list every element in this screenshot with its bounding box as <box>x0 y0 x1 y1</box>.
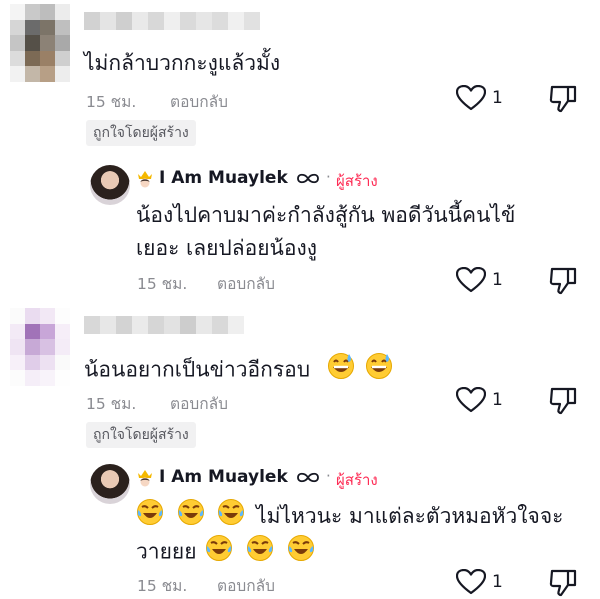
crown-icon <box>136 467 154 491</box>
tears-of-joy-emoji <box>217 498 245 535</box>
commenter-avatar[interactable] <box>10 308 70 386</box>
infinity-icon <box>297 472 319 483</box>
tears-of-joy-emoji <box>177 498 205 535</box>
reply-text-line-1: น้องไปคาบมาค่ะกำลังสู้กัน พอดีวันนี้คนไข… <box>136 203 516 227</box>
reply-button[interactable]: ตอบกลับ <box>170 391 228 416</box>
creator-name[interactable]: I Am Muaylek <box>159 467 288 487</box>
like-count: 1 <box>492 88 503 108</box>
reply-button[interactable]: ตอบกลับ <box>217 271 275 296</box>
reply-time: 15 ชม. <box>137 275 188 293</box>
creator-name[interactable]: I Am Muaylek <box>159 168 288 188</box>
commenter-name-redacted[interactable] <box>84 12 260 30</box>
heart-outline-icon[interactable] <box>456 569 486 595</box>
heart-outline-icon[interactable] <box>456 267 486 293</box>
sweat-smile-emoji <box>327 352 355 389</box>
heart-outline-icon[interactable] <box>456 387 486 413</box>
comment-time: 15 ชม. <box>86 93 137 111</box>
tears-of-joy-emoji <box>246 534 274 571</box>
creator-tag: ผู้สร้าง <box>336 471 378 489</box>
liked-by-creator-badge: ถูกใจโดยผู้สร้าง <box>86 120 196 146</box>
liked-by-creator-badge: ถูกใจโดยผู้สร้าง <box>86 422 196 448</box>
creator-avatar[interactable] <box>90 165 130 205</box>
separator: · <box>326 467 331 485</box>
reply-text-content: วายยย <box>136 539 197 564</box>
like-count: 1 <box>492 572 503 592</box>
creator-tag: ผู้สร้าง <box>336 172 378 190</box>
creator-avatar[interactable] <box>90 464 130 504</box>
reply-text-line-2: วายยย <box>136 534 315 571</box>
comment-text: ไม่กล้าบวกกะงูแล้วมั้ง <box>84 51 281 75</box>
tears-of-joy-emoji <box>287 534 315 571</box>
tears-of-joy-emoji <box>136 498 164 535</box>
reply-time: 15 ชม. <box>137 577 188 595</box>
commenter-name-redacted[interactable] <box>84 316 244 334</box>
separator: · <box>326 168 331 186</box>
like-count: 1 <box>492 390 503 410</box>
comment-text: น้อนอยากเป็นข่าวอีกรอบ <box>84 352 393 389</box>
dislike-icon[interactable] <box>548 568 578 598</box>
commenter-avatar[interactable] <box>10 4 70 82</box>
like-count: 1 <box>492 270 503 290</box>
reply-button[interactable]: ตอบกลับ <box>170 89 228 114</box>
tears-of-joy-emoji <box>205 534 233 571</box>
comment-time: 15 ชม. <box>86 395 137 413</box>
reply-text-line-1: ไม่ไหวนะ มาแต่ละตัวหมอหัวใจจะ <box>136 498 563 535</box>
dislike-icon[interactable] <box>548 386 578 416</box>
dislike-icon[interactable] <box>548 266 578 296</box>
comment-text-content: น้อนอยากเป็นข่าวอีกรอบ <box>84 357 311 382</box>
reply-button[interactable]: ตอบกลับ <box>217 573 275 598</box>
reply-text-content: ไม่ไหวนะ มาแต่ละตัวหมอหัวใจจะ <box>256 503 564 528</box>
dislike-icon[interactable] <box>548 84 578 114</box>
heart-outline-icon[interactable] <box>456 85 486 111</box>
crown-icon <box>136 168 154 192</box>
infinity-icon <box>297 173 319 184</box>
sweat-smile-emoji <box>365 352 393 389</box>
reply-text-line-2: เยอะ เลยปล่อยน้องงู <box>136 236 317 260</box>
